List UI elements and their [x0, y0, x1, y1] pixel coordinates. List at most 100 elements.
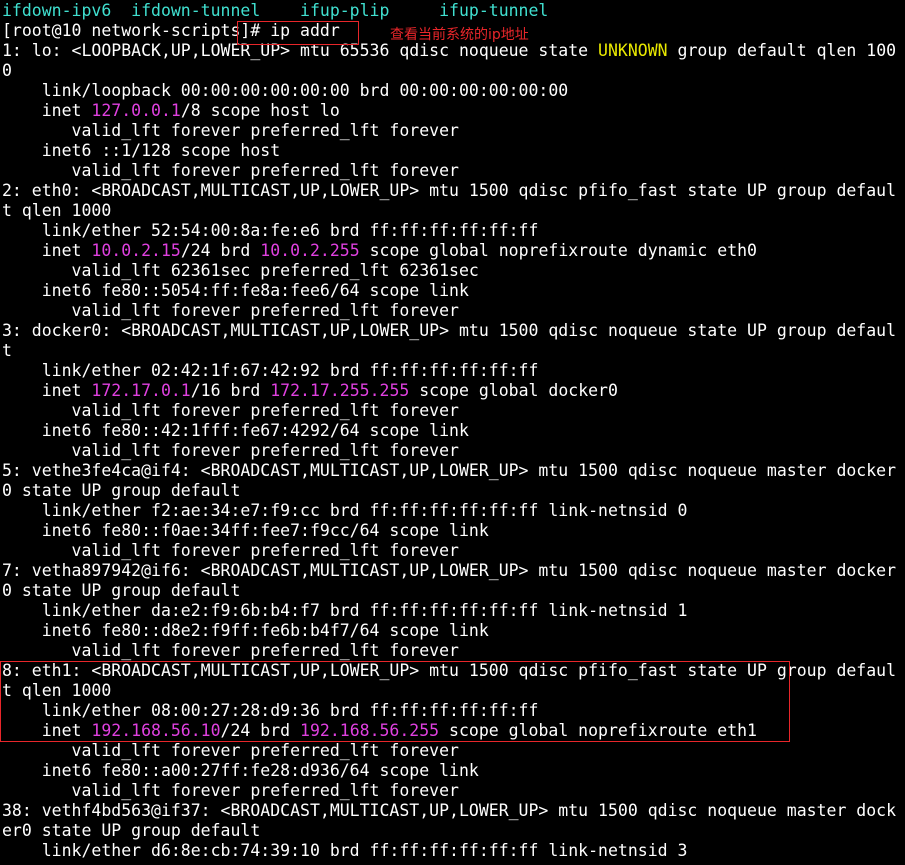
terminal-text: inet6 fe80::5054:ff:fe8a:fee6/64 scope l… [2, 281, 469, 300]
terminal-text: t qlen 1000 [2, 681, 112, 700]
terminal-line: inet6 fe80::f0ae:34ff:fee7:f9cc/64 scope… [2, 521, 489, 541]
terminal-text: inet [2, 721, 92, 740]
highlighted-magenta-text: 127.0.0.1 [91, 101, 181, 120]
terminal-text: link/ether 52:54:00:8a:fe:e6 brd ff:ff:f… [2, 221, 539, 240]
terminal-text: /24 brd [220, 721, 301, 740]
terminal-text: scope global noprefixroute dynamic eth0 [359, 241, 757, 260]
terminal-text: link/loopback 00:00:00:00:00:00 brd 00:0… [2, 81, 569, 100]
highlighted-magenta-text: 10.0.2.15 [91, 241, 181, 260]
terminal-text: inet6 fe80::42:1fff:fe67:4292/64 scope l… [2, 421, 469, 440]
terminal-line: valid_lft forever preferred_lft forever [2, 441, 459, 461]
terminal-text: er0 state UP group default [2, 821, 261, 840]
terminal-text: valid_lft forever preferred_lft forever [2, 641, 459, 660]
terminal-window[interactable]: ifdown-ipv6 ifdown-tunnel ifup-plip ifup… [0, 0, 905, 865]
terminal-line: valid_lft forever preferred_lft forever [2, 401, 459, 421]
terminal-text: /8 scope host lo [180, 101, 340, 120]
terminal-text: 8: eth1: <BROADCAST,MULTICAST,UP,LOWER_U… [2, 661, 897, 680]
terminal-text: valid_lft forever preferred_lft forever [2, 441, 459, 460]
highlighted-magenta-text: 192.168.56.10 [91, 721, 221, 740]
terminal-text: scope global noprefixroute eth1 [439, 721, 757, 740]
terminal-text: link/ether da:e2:f9:6b:b4:f7 brd ff:ff:f… [2, 601, 688, 620]
terminal-line: valid_lft forever preferred_lft forever [2, 121, 459, 141]
highlighted-magenta-text: 172.17.0.1 [91, 381, 191, 400]
terminal-line: inet6 fe80::5054:ff:fe8a:fee6/64 scope l… [2, 281, 469, 301]
terminal-line: 7: vetha897942@if6: <BROADCAST,MULTICAST… [2, 561, 896, 581]
terminal-line: inet6 fe80::d8e2:f9ff:fe6b:b4f7/64 scope… [2, 621, 489, 641]
terminal-text: inet6 fe80::f0ae:34ff:fee7:f9cc/64 scope… [2, 521, 489, 540]
terminal-line: t qlen 1000 [2, 681, 111, 701]
terminal-line: inet6 fe80::a00:27ff:fe28:d936/64 scope … [2, 761, 479, 781]
terminal-line: 2: eth0: <BROADCAST,MULTICAST,UP,LOWER_U… [2, 181, 896, 201]
terminal-line: link/ether 08:00:27:28:d9:36 brd ff:ff:f… [2, 701, 539, 721]
terminal-text: 7: vetha897942@if6: <BROADCAST,MULTICAST… [2, 561, 897, 580]
terminal-line: inet 127.0.0.1/8 scope host lo [2, 101, 340, 121]
terminal-line: inet 192.168.56.10/24 brd 192.168.56.255… [2, 721, 757, 741]
terminal-text: valid_lft forever preferred_lft forever [2, 121, 459, 140]
terminal-text: link/ether 08:00:27:28:d9:36 brd ff:ff:f… [2, 701, 539, 720]
terminal-text: t qlen 1000 [2, 201, 112, 220]
terminal-text: [root@10 network-scripts]# ip addr [2, 21, 340, 40]
terminal-text: inet6 ::1/128 scope host [2, 141, 281, 160]
terminal-text: 3: docker0: <BROADCAST,MULTICAST,UP,LOWE… [2, 321, 897, 340]
highlighted-magenta-text: 192.168.56.255 [300, 721, 440, 740]
terminal-text: 0 state UP group default [2, 481, 241, 500]
terminal-line: inet 172.17.0.1/16 brd 172.17.255.255 sc… [2, 381, 618, 401]
terminal-text: group default qlen 100 [667, 41, 897, 60]
terminal-line: 38: vethf4bd563@if37: <BROADCAST,MULTICA… [2, 801, 896, 821]
terminal-text: scope global docker0 [409, 381, 618, 400]
annotation-note: 查看当前系统的ip地址 [390, 27, 529, 43]
terminal-text: inet6 fe80::a00:27ff:fe28:d936/64 scope … [2, 761, 479, 780]
terminal-text: 38: vethf4bd563@if37: <BROADCAST,MULTICA… [2, 801, 897, 820]
terminal-line: er0 state UP group default [2, 821, 260, 841]
terminal-line: valid_lft 62361sec preferred_lft 62361se… [2, 261, 479, 281]
terminal-text: valid_lft forever preferred_lft forever [2, 401, 459, 420]
terminal-line: 0 state UP group default [2, 481, 240, 501]
terminal-text: valid_lft forever preferred_lft forever [2, 741, 459, 760]
terminal-line: valid_lft forever preferred_lft forever [2, 741, 459, 761]
terminal-line: valid_lft forever preferred_lft forever [2, 541, 459, 561]
terminal-line: 5: vethe3fe4ca@if4: <BROADCAST,MULTICAST… [2, 461, 896, 481]
highlighted-yellow-text: UNKNOWN [598, 41, 668, 60]
terminal-line: link/ether 52:54:00:8a:fe:e6 brd ff:ff:f… [2, 221, 539, 241]
highlighted-magenta-text: 172.17.255.255 [270, 381, 410, 400]
terminal-text: inet [2, 381, 92, 400]
terminal-line: link/ether da:e2:f9:6b:b4:f7 brd ff:ff:f… [2, 601, 688, 621]
terminal-line: link/ether f2:ae:34:e7:f9:cc brd ff:ff:f… [2, 501, 688, 521]
terminal-text: link/ether d6:8e:cb:74:39:10 brd ff:ff:f… [2, 841, 688, 860]
highlighted-magenta-text: 10.0.2.255 [260, 241, 360, 260]
terminal-line: 0 [2, 61, 12, 81]
terminal-text: valid_lft 62361sec preferred_lft 62361se… [2, 261, 479, 280]
terminal-line: valid_lft forever preferred_lft forever [2, 161, 459, 181]
terminal-line: 3: docker0: <BROADCAST,MULTICAST,UP,LOWE… [2, 321, 896, 341]
terminal-text: inet [2, 241, 92, 260]
terminal-text: inet6 fe80::d8e2:f9ff:fe6b:b4f7/64 scope… [2, 621, 489, 640]
terminal-text: /16 brd [190, 381, 271, 400]
terminal-text: 5: vethe3fe4ca@if4: <BROADCAST,MULTICAST… [2, 461, 897, 480]
terminal-text: link/ether f2:ae:34:e7:f9:cc brd ff:ff:f… [2, 501, 688, 520]
terminal-text: t [2, 341, 12, 360]
terminal-line: link/loopback 00:00:00:00:00:00 brd 00:0… [2, 81, 569, 101]
terminal-line: inet6 ::1/128 scope host [2, 141, 280, 161]
terminal-line: link/ether d6:8e:cb:74:39:10 brd ff:ff:f… [2, 841, 688, 861]
terminal-text: 0 [2, 61, 12, 80]
highlighted-cyan-text: ifdown-ipv6 ifdown-tunnel ifup-plip ifup… [2, 1, 549, 20]
terminal-line: [root@10 network-scripts]# ip addr [2, 21, 340, 41]
terminal-line: valid_lft forever preferred_lft forever [2, 641, 459, 661]
terminal-line: inet6 fe80::42:1fff:fe67:4292/64 scope l… [2, 421, 469, 441]
terminal-line: link/ether 02:42:1f:67:42:92 brd ff:ff:f… [2, 361, 539, 381]
terminal-text: valid_lft forever preferred_lft forever [2, 301, 459, 320]
terminal-line: t qlen 1000 [2, 201, 111, 221]
terminal-line: ifdown-ipv6 ifdown-tunnel ifup-plip ifup… [2, 1, 548, 21]
terminal-text: valid_lft forever preferred_lft forever [2, 541, 459, 560]
terminal-line: 1: lo: <LOOPBACK,UP,LOWER_UP> mtu 65536 … [2, 41, 896, 61]
terminal-text: link/ether 02:42:1f:67:42:92 brd ff:ff:f… [2, 361, 539, 380]
terminal-line: inet 10.0.2.15/24 brd 10.0.2.255 scope g… [2, 241, 757, 261]
terminal-text: 0 state UP group default [2, 581, 241, 600]
terminal-text: inet [2, 101, 92, 120]
terminal-line: valid_lft forever preferred_lft forever [2, 781, 459, 801]
terminal-line: t [2, 341, 12, 361]
terminal-line: valid_lft forever preferred_lft forever [2, 301, 459, 321]
terminal-text: 2: eth0: <BROADCAST,MULTICAST,UP,LOWER_U… [2, 181, 897, 200]
terminal-text: valid_lft forever preferred_lft forever [2, 781, 459, 800]
terminal-line: 0 state UP group default [2, 581, 240, 601]
